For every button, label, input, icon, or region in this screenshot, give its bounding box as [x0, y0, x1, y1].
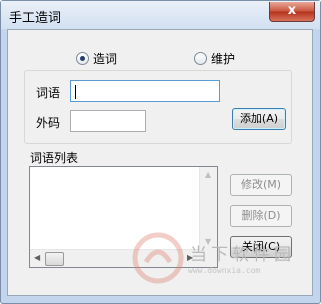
modify-button[interactable]: 修改(M): [230, 174, 292, 196]
watermark-brand-text: 当下软件园: [190, 245, 295, 265]
scroll-up-icon[interactable]: ▲: [205, 170, 211, 179]
radio-maintain[interactable]: 维护: [194, 50, 235, 67]
close-window-button[interactable]: x: [269, 2, 315, 22]
radio-create-word[interactable]: 造词: [76, 50, 117, 67]
close-icon: x: [287, 3, 297, 18]
scroll-left-icon[interactable]: ◀: [34, 253, 40, 262]
window-title: 手工造词: [9, 11, 62, 26]
code-label: 外码: [36, 116, 61, 130]
radio-unselected-icon[interactable]: [194, 52, 207, 65]
title-bar[interactable]: 手工造词 x: [1, 1, 320, 29]
delete-button[interactable]: 删除(D): [230, 205, 292, 227]
vertical-scrollbar[interactable]: ▲ ▼: [199, 167, 217, 251]
horizontal-scroll-thumb[interactable]: [45, 252, 64, 266]
word-list-title: 词语列表: [30, 151, 79, 165]
radio-selected-icon[interactable]: [76, 52, 89, 65]
word-label: 词语: [36, 86, 61, 100]
code-input[interactable]: [70, 110, 146, 132]
text-caret: [75, 85, 76, 99]
radio-maintain-label: 维护: [211, 52, 236, 66]
watermark-logo: [132, 232, 184, 284]
radio-create-label: 造词: [93, 52, 118, 66]
watermark-url: www.downxia.com: [188, 266, 261, 275]
word-input[interactable]: [70, 80, 220, 102]
add-button[interactable]: 添加(A): [232, 108, 286, 130]
